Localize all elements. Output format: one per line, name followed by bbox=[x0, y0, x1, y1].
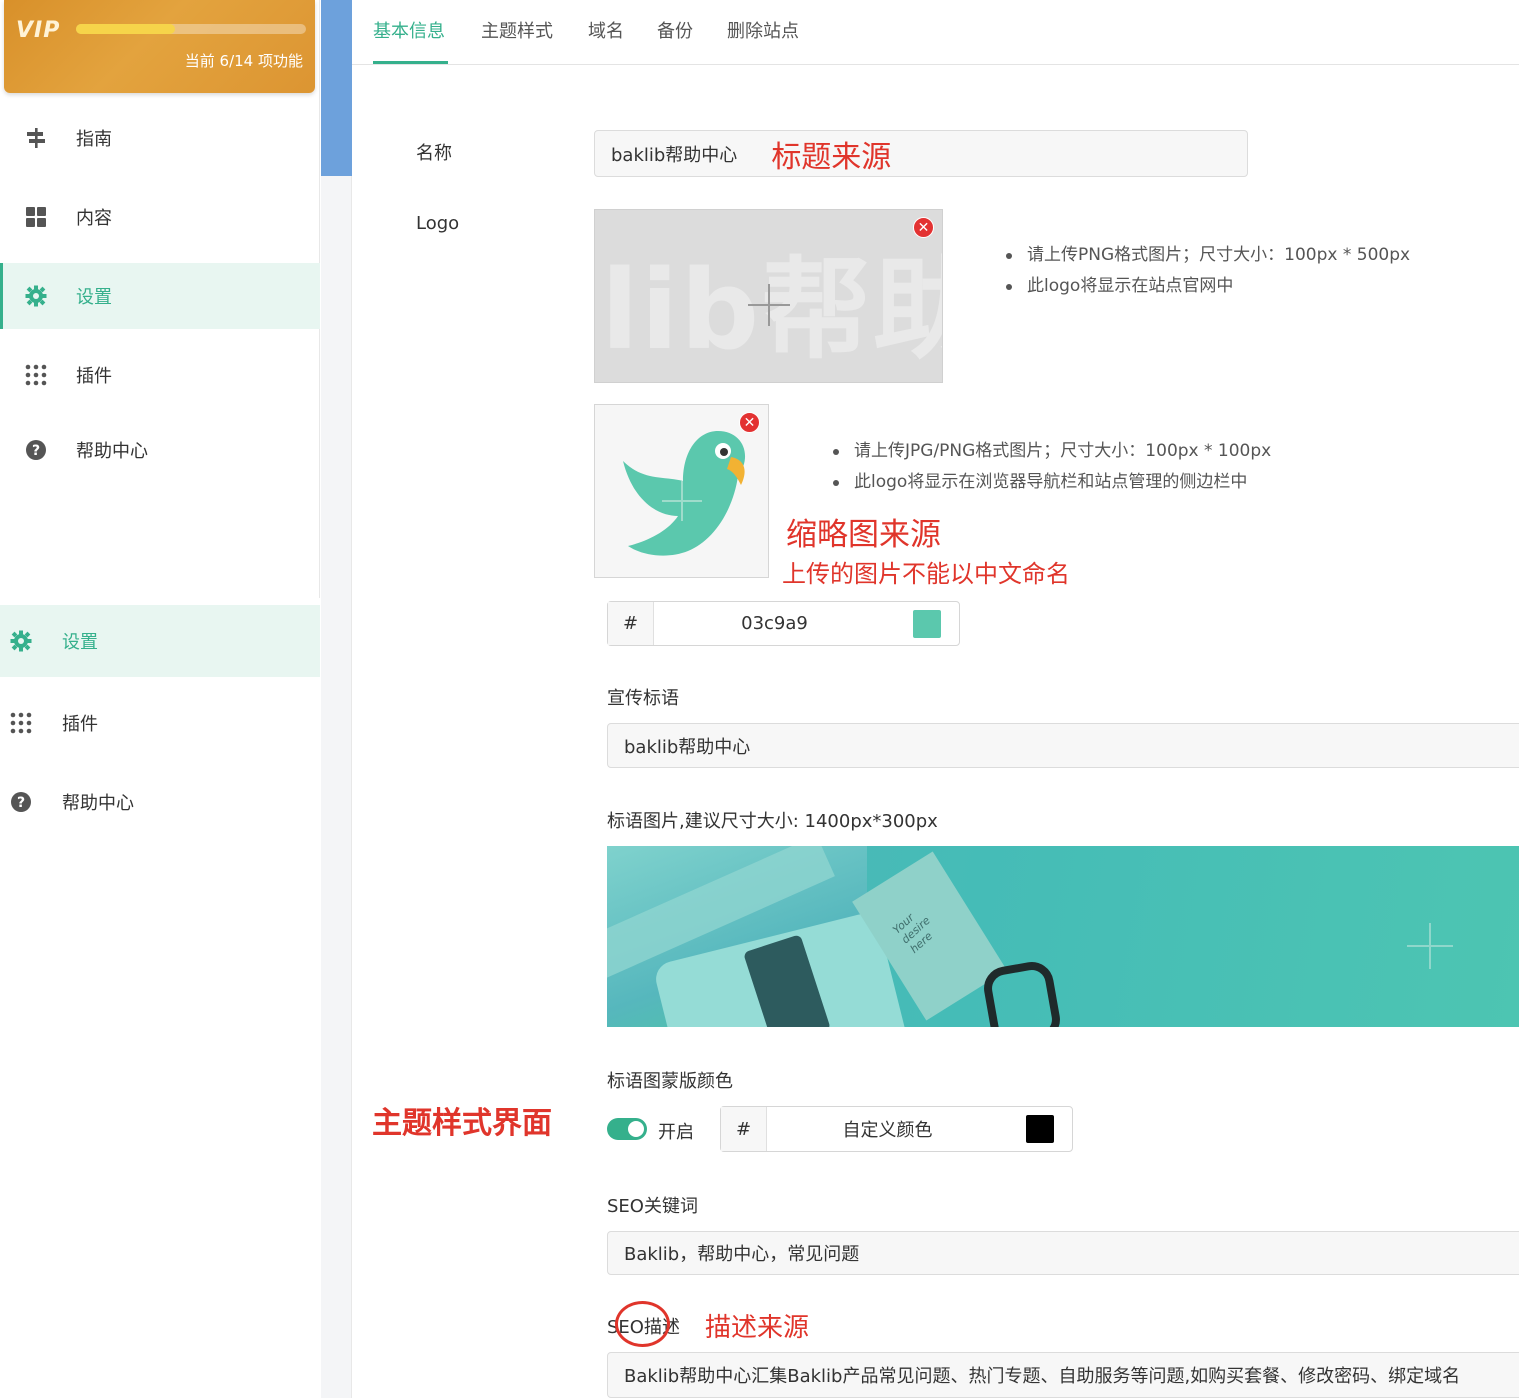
sidebar-item-label: 内容 bbox=[76, 208, 112, 229]
banner-label: 标语图片,建议尺寸大小: 1400px*300px bbox=[607, 811, 938, 832]
theme-color-value[interactable]: 03c9a9 bbox=[654, 602, 895, 645]
mask-label: 标语图蒙版颜色 bbox=[607, 1071, 733, 1092]
sidebar-item-plugins[interactable]: 插件 bbox=[0, 342, 320, 408]
logo-hint: 请上传PNG格式图片；尺寸大小：100px * 500px bbox=[1003, 240, 1410, 271]
sidebar-item-plugins[interactable]: 插件 bbox=[0, 687, 320, 759]
seo-keywords-label: SEO关键词 bbox=[607, 1196, 698, 1217]
logo-hint: 此logo将显示在站点官网中 bbox=[1003, 271, 1410, 302]
vip-progress-fill bbox=[76, 24, 175, 34]
scrollbar-thumb[interactable] bbox=[321, 0, 352, 176]
slogan-label: 宣传标语 bbox=[607, 688, 679, 709]
filename-warning-annotation: 上传的图片不能以中文命名 bbox=[782, 560, 1070, 588]
seo-keywords-input[interactable]: Baklib，帮助中心，常见问题 bbox=[607, 1231, 1519, 1275]
sidebar-item-label: 设置 bbox=[76, 287, 112, 308]
signpost-icon bbox=[25, 127, 47, 149]
tab-basic-info[interactable]: 基本信息 bbox=[373, 17, 445, 43]
mask-color-value[interactable]: 自定义颜色 bbox=[767, 1107, 1008, 1151]
vip-progress-text: 当前 6/14 项功能 bbox=[184, 52, 303, 70]
tab-backup[interactable]: 备份 bbox=[657, 17, 693, 43]
plus-icon bbox=[1407, 923, 1453, 969]
seo-description-input[interactable]: Baklib帮助中心汇集Baklib产品常见问题、热门专题、自助服务等问题,如购… bbox=[607, 1352, 1519, 1398]
dots-grid-icon bbox=[25, 364, 47, 386]
sidebar-item-content[interactable]: 内容 bbox=[0, 184, 320, 250]
slogan-value: baklib帮助中心 bbox=[624, 736, 751, 758]
banner-upload[interactable]: Your desire here bbox=[607, 846, 1519, 1027]
sidebar-item-help[interactable]: ? 帮助中心 bbox=[0, 417, 320, 483]
grid-icon bbox=[25, 206, 47, 228]
vip-progress-bar bbox=[76, 24, 306, 34]
slogan-input[interactable]: baklib帮助中心 bbox=[607, 723, 1519, 768]
svg-text:?: ? bbox=[17, 795, 25, 811]
mask-color-swatch[interactable] bbox=[1026, 1115, 1054, 1143]
seo-keywords-value: Baklib，帮助中心，常见问题 bbox=[624, 1244, 860, 1265]
sidebar-duplicate: 设置 插件 ? 帮助中心 bbox=[0, 598, 320, 1398]
title-source-annotation: 标题来源 bbox=[771, 139, 892, 175]
thumbnail-remove-icon[interactable]: ✕ bbox=[739, 412, 760, 433]
thumbnail-hint: 请上传JPG/PNG格式图片；尺寸大小：100px * 100px bbox=[830, 436, 1271, 467]
vip-card[interactable]: VIP 当前 6/14 项功能 bbox=[4, 0, 315, 93]
thumbnail-source-annotation: 缩略图来源 bbox=[786, 517, 941, 553]
sidebar-item-guide[interactable]: 指南 bbox=[0, 105, 320, 171]
sidebar-item-label: 帮助中心 bbox=[76, 441, 148, 462]
theme-color-picker[interactable]: # 03c9a9 bbox=[607, 601, 960, 646]
mask-toggle[interactable] bbox=[607, 1118, 647, 1140]
thumbnail-hint: 此logo将显示在浏览器导航栏和站点管理的侧边栏中 bbox=[830, 467, 1271, 498]
thumbnail-hints: 请上传JPG/PNG格式图片；尺寸大小：100px * 100px 此logo将… bbox=[830, 436, 1271, 498]
sidebar-item-help[interactable]: ? 帮助中心 bbox=[0, 766, 320, 838]
logo-upload[interactable]: lib帮助 bbox=[594, 209, 943, 383]
tab-active-indicator bbox=[373, 61, 448, 64]
theme-style-annotation: 主题样式界面 bbox=[372, 1106, 552, 1141]
sidebar-item-label: 帮助中心 bbox=[62, 793, 134, 814]
svg-text:?: ? bbox=[32, 443, 40, 459]
description-source-annotation: 描述来源 bbox=[705, 1313, 810, 1343]
sidebar-item-settings[interactable]: 设置 bbox=[0, 605, 320, 677]
question-circle-icon: ? bbox=[10, 791, 32, 813]
mask-toggle-knob bbox=[628, 1121, 644, 1137]
sidebar-item-label: 插件 bbox=[62, 714, 98, 735]
theme-color-swatch[interactable] bbox=[913, 609, 941, 638]
sidebar-item-label: 设置 bbox=[62, 632, 98, 653]
sidebar-item-label: 插件 bbox=[76, 366, 112, 387]
logo-label: Logo bbox=[416, 213, 460, 234]
logo-remove-icon[interactable]: ✕ bbox=[913, 217, 934, 238]
color-hash: # bbox=[721, 1107, 767, 1151]
name-label: 名称 bbox=[416, 143, 452, 164]
plus-icon bbox=[748, 284, 790, 326]
sidebar-item-settings[interactable]: 设置 bbox=[0, 263, 320, 329]
scrollbar-track[interactable] bbox=[321, 0, 352, 1398]
gear-icon bbox=[25, 285, 47, 307]
mask-toggle-label: 开启 bbox=[658, 1122, 694, 1143]
name-value: baklib帮助中心 bbox=[611, 144, 738, 166]
logo-hints: 请上传PNG格式图片；尺寸大小：100px * 500px 此logo将显示在站… bbox=[1003, 240, 1410, 302]
seo-description-value: Baklib帮助中心汇集Baklib产品常见问题、热门专题、自助服务等问题,如购… bbox=[624, 1366, 1461, 1387]
vip-badge: VIP bbox=[16, 18, 61, 43]
tab-domain[interactable]: 域名 bbox=[588, 17, 624, 43]
banner-card-text: Your desire here bbox=[890, 911, 935, 956]
dots-grid-icon bbox=[10, 712, 32, 734]
color-hash: # bbox=[608, 602, 654, 645]
tab-delete-site[interactable]: 删除站点 bbox=[727, 17, 799, 43]
gear-icon bbox=[10, 630, 32, 652]
name-input[interactable]: baklib帮助中心 标题来源 bbox=[594, 130, 1248, 177]
highlight-circle bbox=[615, 1301, 670, 1347]
parrot-logo-icon bbox=[623, 431, 746, 556]
tab-theme-style[interactable]: 主题样式 bbox=[481, 17, 553, 43]
sidebar-item-label: 指南 bbox=[76, 129, 112, 150]
mask-color-picker[interactable]: # 自定义颜色 bbox=[720, 1106, 1073, 1152]
question-circle-icon: ? bbox=[25, 439, 47, 461]
